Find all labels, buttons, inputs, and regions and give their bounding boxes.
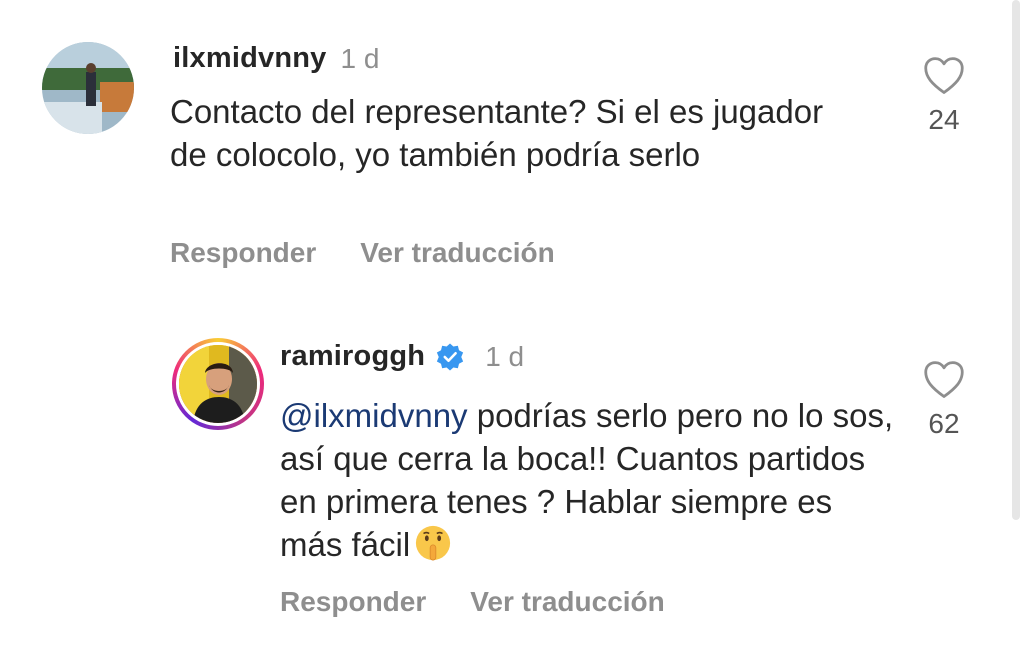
username[interactable]: ramiroggh xyxy=(280,340,425,373)
timestamp: 1 d xyxy=(340,42,380,74)
comment-actions: Responder Ver traducción xyxy=(170,237,555,269)
shushing-face-emoji-icon xyxy=(416,525,451,561)
comment-actions: Responder Ver traducción xyxy=(280,586,665,618)
username[interactable]: ilxmidvnny xyxy=(173,42,327,75)
translate-button[interactable]: Ver traducción xyxy=(360,237,555,269)
comment-text: @ilxmidvnny podrías serlo pero no lo sos… xyxy=(280,394,900,566)
avatar[interactable] xyxy=(42,42,134,134)
reply-button[interactable]: Responder xyxy=(170,237,316,269)
comment-text: Contacto del representante? Si el es jug… xyxy=(170,93,824,173)
comment: ilxmidvnny 1 d Contacto del representant… xyxy=(42,40,982,280)
heart-icon[interactable] xyxy=(923,360,965,400)
comment-header: ramiroggh 1 d xyxy=(280,340,524,373)
scrollbar[interactable] xyxy=(1012,0,1020,520)
verified-badge-icon xyxy=(437,343,464,370)
reply-comment: ramiroggh 1 d @ilxmidvnny podrías serlo … xyxy=(172,336,982,636)
like-count: 62 xyxy=(928,408,960,439)
heart-icon[interactable] xyxy=(923,56,965,96)
like-count: 24 xyxy=(928,104,960,135)
reply-button[interactable]: Responder xyxy=(280,586,426,618)
comment-header: ilxmidvnny 1 d xyxy=(173,42,379,75)
timestamp: 1 d xyxy=(485,340,525,372)
translate-button[interactable]: Ver traducción xyxy=(470,586,665,618)
like-section: 24 xyxy=(914,56,974,136)
like-section: 62 xyxy=(914,360,974,440)
story-ring[interactable] xyxy=(172,338,264,430)
mention-link[interactable]: @ilxmidvnny xyxy=(280,397,468,434)
avatar xyxy=(176,342,260,426)
